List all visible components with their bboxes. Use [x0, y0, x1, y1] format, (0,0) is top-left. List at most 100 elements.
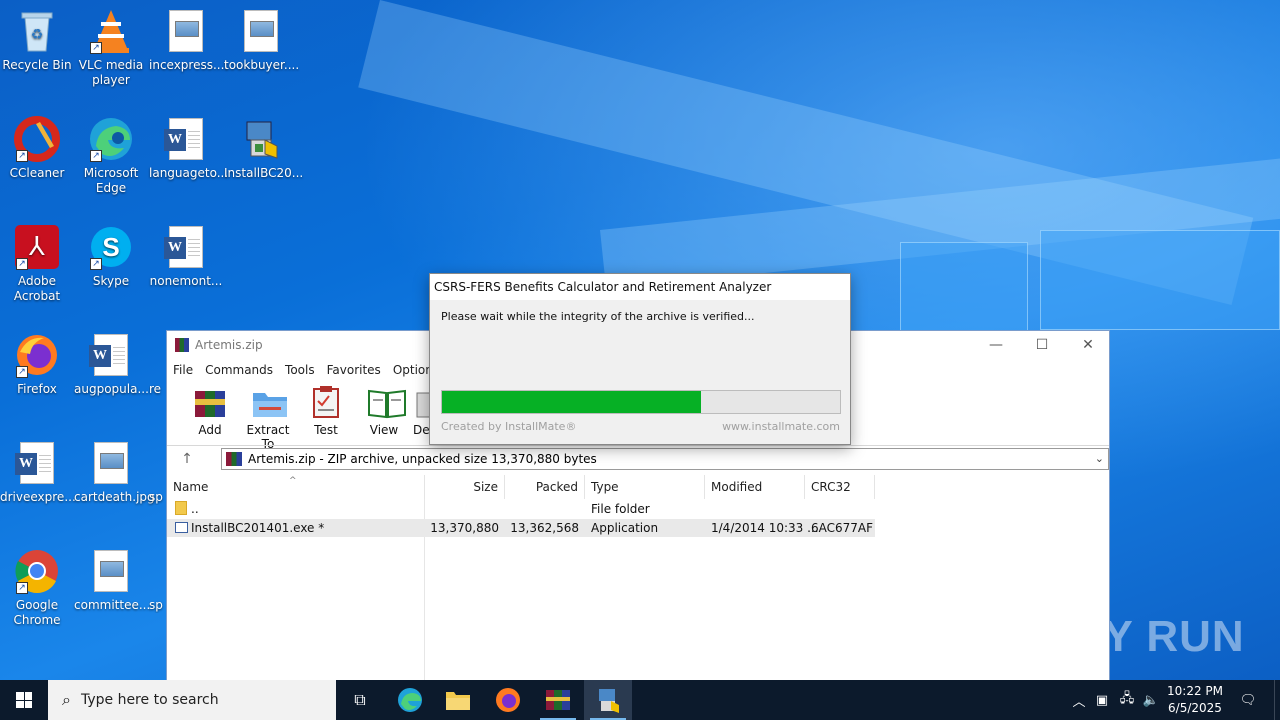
- menu-commands[interactable]: Commands: [205, 363, 273, 377]
- table-row[interactable]: .. File folder: [167, 500, 875, 518]
- taskbar-file-explorer[interactable]: [434, 680, 482, 720]
- maximize-button[interactable]: ☐: [1019, 331, 1065, 359]
- column-header-packed[interactable]: Packed: [505, 475, 585, 499]
- progress-fill: [442, 391, 701, 413]
- taskbar: ⌕ Type here to search ⧉ ︿ ▣ 🖧 🔈 10:22 PM…: [0, 680, 1280, 720]
- vlc-icon: ↗: [88, 8, 134, 54]
- skype-icon: S ↗: [88, 224, 134, 270]
- start-button[interactable]: [0, 680, 48, 720]
- task-view-icon: ⧉: [354, 690, 366, 709]
- ccleaner-icon: ↗: [14, 116, 60, 162]
- shortcut-arrow-icon: ↗: [16, 258, 28, 270]
- app-tray-icon: ▣: [1095, 692, 1109, 708]
- image-file-icon: [88, 548, 134, 594]
- desktop-icon-google-chrome[interactable]: ↗ Google Chrome: [0, 548, 74, 628]
- notifications-button[interactable]: 🗨: [1234, 680, 1262, 720]
- chevron-down-icon[interactable]: ⌄: [1095, 452, 1104, 465]
- menu-favorites[interactable]: Favorites: [327, 363, 381, 377]
- view-button[interactable]: View: [355, 381, 413, 441]
- view-book-icon: [367, 385, 406, 419]
- installer-icon: [238, 116, 284, 162]
- recycle-bin-icon: ♻: [14, 8, 60, 54]
- shortcut-arrow-icon: ↗: [90, 150, 102, 162]
- speaker-icon: 🔈: [1142, 692, 1160, 708]
- menu-tools[interactable]: Tools: [285, 363, 315, 377]
- shortcut-arrow-icon: ↗: [16, 150, 28, 162]
- desktop-icon-cartdeath[interactable]: cartdeath.jpg: [74, 440, 155, 505]
- show-hidden-icons-button[interactable]: ︿: [1068, 680, 1090, 720]
- desktop-icon-recycle-bin[interactable]: ♻ Recycle Bin: [0, 8, 74, 73]
- desktop-icon-firefox[interactable]: ↗ Firefox: [0, 332, 74, 397]
- word-doc-icon: W: [88, 332, 134, 378]
- shortcut-arrow-icon: ↗: [16, 582, 28, 594]
- shortcut-arrow-icon: ↗: [90, 258, 102, 270]
- winrar-icon: [546, 690, 570, 710]
- wallpaper-logo-pane: [1040, 230, 1280, 330]
- volume-button[interactable]: 🔈: [1140, 680, 1162, 720]
- verify-progress-bar: [441, 390, 841, 414]
- taskbar-installer[interactable]: [584, 680, 632, 720]
- taskbar-firefox[interactable]: [484, 680, 532, 720]
- notification-icon: 🗨: [1239, 692, 1257, 708]
- desktop-icon-driveexpre[interactable]: W driveexpre...: [0, 440, 76, 505]
- column-header-size[interactable]: Size: [425, 475, 505, 499]
- desktop-icon-committee[interactable]: committee...: [74, 548, 150, 613]
- column-header-modified[interactable]: Modified: [705, 475, 805, 499]
- desktop-icon-incexpress[interactable]: incexpress....: [149, 8, 228, 73]
- table-row[interactable]: InstallBC201401.exe * 13,370,880 13,362,…: [167, 519, 875, 537]
- menu-file[interactable]: File: [173, 363, 193, 377]
- image-file-icon: [88, 440, 134, 486]
- installmate-credit: Created by InstallMate®: [441, 420, 577, 433]
- firefox-icon: [496, 688, 520, 712]
- desktop-icon-adobe-acrobat[interactable]: ⅄ ↗ Adobe Acrobat: [0, 224, 74, 304]
- task-view-button[interactable]: ⧉: [336, 680, 384, 720]
- column-header-type[interactable]: Type: [585, 475, 705, 499]
- taskbar-winrar[interactable]: [534, 680, 582, 720]
- taskbar-clock[interactable]: 10:22 PM 6/5/2025: [1160, 683, 1230, 717]
- up-arrow-icon[interactable]: ↑: [167, 451, 207, 467]
- extract-to-button[interactable]: Extract To: [239, 381, 297, 451]
- winrar-app-icon: [175, 338, 189, 352]
- column-header-crc32[interactable]: CRC32: [805, 475, 875, 499]
- minimize-button[interactable]: —: [973, 331, 1019, 359]
- svg-text:♻: ♻: [31, 27, 44, 43]
- show-desktop-button[interactable]: [1274, 680, 1280, 720]
- chrome-icon: ↗: [14, 548, 60, 594]
- file-list: Name ^ Size Packed Type Modified CRC32 ..…: [167, 475, 1109, 681]
- desktop-icon-tookbuyer[interactable]: tookbuyer....: [224, 8, 299, 73]
- desktop-icon-ccleaner[interactable]: ↗ CCleaner: [0, 116, 74, 181]
- chevron-up-icon: ︿: [1072, 694, 1086, 710]
- archive-icon: [226, 452, 242, 466]
- add-button[interactable]: Add: [181, 381, 239, 441]
- test-button[interactable]: Test: [297, 381, 355, 441]
- wallpaper-logo-pane: [900, 242, 1028, 332]
- edge-icon: ↗: [88, 116, 134, 162]
- word-doc-icon: W: [163, 116, 209, 162]
- installer-icon: [599, 689, 619, 713]
- address-bar: ↑ Artemis.zip - ZIP archive, unpacked si…: [167, 445, 1109, 471]
- close-button[interactable]: ✕: [1065, 331, 1111, 359]
- desktop-icon-nonemont[interactable]: W nonemont...: [149, 224, 223, 289]
- network-button[interactable]: 🖧: [1116, 680, 1138, 720]
- desktop-icon-microsoft-edge[interactable]: ↗ Microsoft Edge: [74, 116, 148, 196]
- search-icon: ⌕: [62, 690, 71, 709]
- dialog-title[interactable]: CSRS-FERS Benefits Calculator and Retire…: [430, 274, 850, 300]
- shortcut-arrow-icon: ↗: [90, 42, 102, 54]
- archive-path-box[interactable]: Artemis.zip - ZIP archive, unpacked size…: [221, 448, 1109, 470]
- taskbar-search[interactable]: ⌕ Type here to search: [48, 680, 336, 720]
- desktop-icon-vlc[interactable]: ↗ VLC media player: [74, 8, 148, 88]
- word-doc-icon: W: [14, 440, 60, 486]
- desktop-icon-skype[interactable]: S ↗ Skype: [74, 224, 148, 289]
- folder-icon: [175, 501, 187, 515]
- acrobat-icon: ⅄ ↗: [14, 224, 60, 270]
- dialog-message: Please wait while the integrity of the a…: [441, 310, 755, 323]
- desktop-icon-languageto[interactable]: W languageto...: [149, 116, 228, 181]
- desktop-icon-installbc[interactable]: InstallBC20...: [224, 116, 303, 181]
- column-header-name[interactable]: Name ^: [167, 475, 425, 499]
- taskbar-edge[interactable]: [386, 680, 434, 720]
- image-file-icon: [163, 8, 209, 54]
- desktop-icon-augpopula[interactable]: W augpopula...: [74, 332, 149, 397]
- edge-icon: [398, 688, 422, 712]
- tray-app-icon[interactable]: ▣: [1092, 680, 1112, 720]
- word-doc-icon: W: [163, 224, 209, 270]
